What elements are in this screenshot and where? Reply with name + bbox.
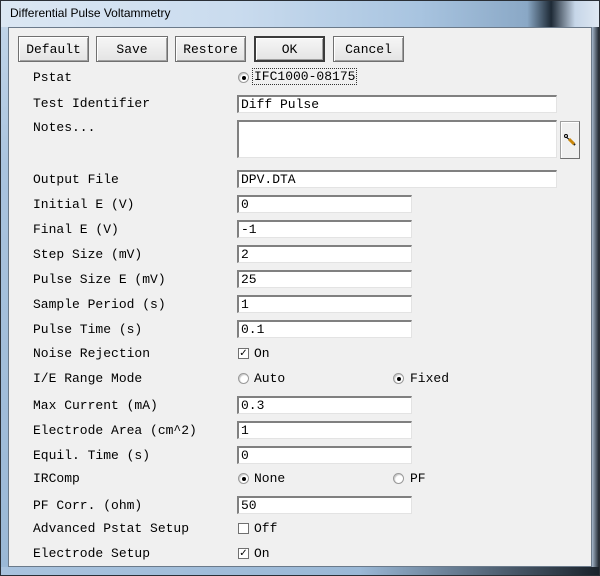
sample-period-input[interactable]: 1 — [237, 295, 412, 313]
equil-time-label: Equil. Time (s) — [33, 448, 151, 463]
restore-button[interactable]: Restore — [175, 36, 246, 62]
window-frame-bottom — [1, 567, 599, 575]
pstat-radio[interactable] — [238, 72, 249, 83]
ircomp-none-radio[interactable] — [238, 473, 249, 484]
advanced-pstat-option: Off — [254, 521, 278, 536]
cancel-button[interactable]: Cancel — [333, 36, 404, 62]
electrode-setup-option: On — [254, 546, 270, 561]
edit-notes-button[interactable] — [560, 121, 580, 159]
pulse-size-label: Pulse Size E (mV) — [33, 272, 166, 287]
step-size-label: Step Size (mV) — [33, 247, 143, 262]
pstat-label: Pstat — [33, 70, 73, 85]
cancel-button-label: Cancel — [345, 41, 392, 57]
pulse-time-label: Pulse Time (s) — [33, 322, 143, 337]
title-bar[interactable]: Differential Pulse Voltammetry — [1, 1, 599, 27]
ircomp-pf-label: PF — [410, 471, 426, 486]
initial-e-input[interactable]: 0 — [237, 195, 412, 213]
noise-rejection-option: On — [254, 346, 270, 361]
ircomp-label: IRComp — [33, 471, 80, 486]
electrode-setup-label: Electrode Setup — [33, 546, 151, 561]
max-current-input[interactable]: 0.3 — [237, 396, 412, 414]
step-size-input[interactable]: 2 — [237, 245, 412, 263]
final-e-label: Final E (V) — [33, 222, 119, 237]
edit-notes-icon — [564, 134, 576, 146]
pulse-time-input[interactable]: 0.1 — [237, 320, 412, 338]
max-current-label: Max Current (mA) — [33, 398, 158, 413]
electrode-area-input[interactable]: 1 — [237, 421, 412, 439]
save-button-label: Save — [116, 41, 148, 57]
ircomp-none-label: None — [254, 471, 286, 486]
ie-range-auto-radio[interactable] — [238, 373, 249, 384]
pulse-size-input[interactable]: 25 — [237, 270, 412, 288]
default-button[interactable]: Default — [18, 36, 89, 62]
default-button-label: Default — [26, 41, 81, 57]
electrode-area-label: Electrode Area (cm^2) — [33, 423, 197, 438]
output-file-label: Output File — [33, 172, 119, 187]
notes-textarea[interactable] — [237, 120, 557, 158]
noise-rejection-label: Noise Rejection — [33, 346, 151, 361]
dialog-window: Differential Pulse Voltammetry Default S… — [0, 0, 600, 576]
window-frame-right — [591, 27, 599, 575]
save-button[interactable]: Save — [96, 36, 168, 62]
dialog-body: Default Save Restore OK Cancel Pstat IFC… — [8, 27, 592, 567]
output-file-input[interactable]: DPV.DTA — [237, 170, 557, 188]
pf-corr-input[interactable]: 50 — [237, 496, 412, 514]
advanced-pstat-label: Advanced Pstat Setup — [33, 521, 190, 536]
ok-button[interactable]: OK — [254, 36, 325, 62]
notes-label: Notes... — [33, 120, 96, 135]
initial-e-label: Initial E (V) — [33, 197, 135, 212]
equil-time-input[interactable]: 0 — [237, 446, 412, 464]
ie-range-auto-label: Auto — [254, 371, 286, 386]
pstat-option-label[interactable]: IFC1000-08175 — [251, 68, 358, 85]
restore-button-label: Restore — [183, 41, 238, 57]
ie-range-mode-label: I/E Range Mode — [33, 371, 143, 386]
advanced-pstat-checkbox[interactable] — [238, 523, 249, 534]
ok-button-label: OK — [281, 41, 298, 57]
ircomp-pf-radio[interactable] — [393, 473, 404, 484]
ie-range-fixed-label: Fixed — [410, 371, 450, 386]
window-title: Differential Pulse Voltammetry — [10, 6, 171, 20]
electrode-setup-checkbox[interactable]: ✓ — [238, 548, 249, 559]
ie-range-fixed-radio[interactable] — [393, 373, 404, 384]
test-identifier-label: Test Identifier — [33, 96, 151, 111]
pf-corr-label: PF Corr. (ohm) — [33, 498, 143, 513]
noise-rejection-checkbox[interactable]: ✓ — [238, 348, 249, 359]
test-identifier-input[interactable]: Diff Pulse — [237, 95, 557, 113]
final-e-input[interactable]: -1 — [237, 220, 412, 238]
sample-period-label: Sample Period (s) — [33, 297, 166, 312]
